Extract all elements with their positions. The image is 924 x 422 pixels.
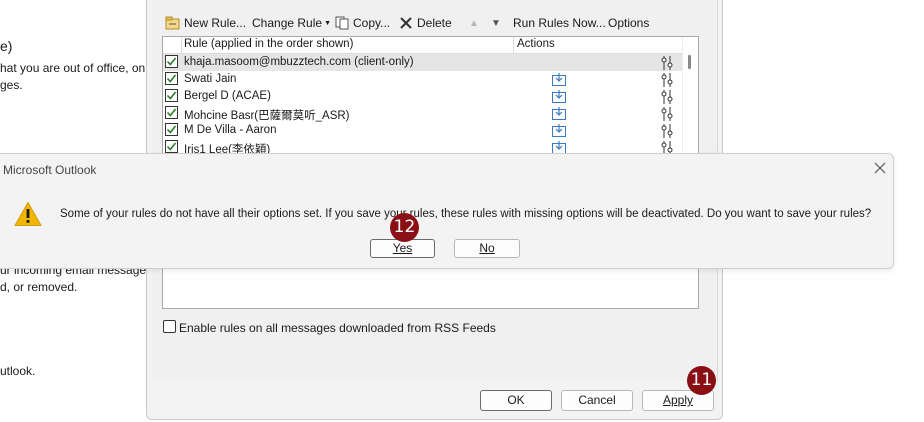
checkmark-icon xyxy=(166,57,177,66)
rule-checkbox[interactable] xyxy=(165,140,178,153)
rule-row[interactable]: Swati Jain xyxy=(163,71,682,88)
rule-options-icon[interactable] xyxy=(660,106,674,122)
delete-label: Delete xyxy=(417,16,452,30)
ok-button[interactable]: OK xyxy=(480,390,552,411)
move-up-button[interactable]: ▲ xyxy=(469,14,479,32)
rule-checkbox[interactable] xyxy=(165,55,178,68)
move-to-folder-icon xyxy=(552,90,566,103)
rule-options-icon[interactable] xyxy=(660,123,674,139)
column-divider xyxy=(181,37,182,53)
checkmark-icon xyxy=(166,142,177,151)
rule-row[interactable]: Mohcine Basr(巴薩爾莫听_ASR) xyxy=(163,105,682,122)
options-label: Options xyxy=(608,16,650,30)
move-to-folder-icon xyxy=(552,124,566,137)
rss-rules-label: Enable rules on all messages downloaded … xyxy=(179,321,496,335)
close-icon[interactable] xyxy=(873,161,887,175)
step-badge: 11 xyxy=(687,366,716,395)
rule-name: Swati Jain xyxy=(184,73,237,85)
cancel-button[interactable]: Cancel xyxy=(561,390,633,411)
rules-list[interactable]: Rule (applied in the order shown) Action… xyxy=(162,36,699,156)
copy-label: Copy... xyxy=(353,16,391,30)
checkmark-icon xyxy=(166,108,177,117)
delete-x-icon xyxy=(400,17,412,29)
scrollbar-thumb[interactable] xyxy=(688,55,691,69)
move-to-folder-icon xyxy=(552,107,566,120)
delete-button[interactable]: Delete xyxy=(399,14,452,32)
checkmark-icon xyxy=(166,74,177,83)
column-header-rule[interactable]: Rule (applied in the order shown) xyxy=(184,38,353,50)
run-rules-now-button[interactable]: Run Rules Now... xyxy=(513,14,606,32)
change-rule-label: Change Rule xyxy=(252,16,323,30)
rule-checkbox[interactable] xyxy=(165,72,178,85)
alert-title: Microsoft Outlook xyxy=(3,163,97,177)
no-button[interactable]: No xyxy=(454,239,520,258)
column-header-actions[interactable]: Actions xyxy=(517,38,555,50)
column-divider xyxy=(513,37,514,53)
rss-rules-checkbox[interactable] xyxy=(163,320,176,333)
warning-icon xyxy=(14,202,42,226)
rule-row[interactable]: khaja.masoom@mbuzztech.com (client-only) xyxy=(163,54,682,71)
rule-name: Mohcine Basr(巴薩爾莫听_ASR) xyxy=(184,110,350,122)
rule-description-box xyxy=(162,262,699,309)
bg-heading-fragment: e) xyxy=(0,38,13,54)
rule-checkbox[interactable] xyxy=(165,106,178,119)
arrow-down-icon: ▼ xyxy=(491,17,501,29)
rule-options-icon[interactable] xyxy=(660,55,674,71)
bg-text-line: d, or removed. xyxy=(0,280,78,294)
rule-options-icon[interactable] xyxy=(660,89,674,105)
rule-checkbox[interactable] xyxy=(165,89,178,102)
rule-row[interactable]: Bergel D (ACAE) xyxy=(163,88,682,105)
outlook-alert-dialog: Microsoft Outlook Some of your rules do … xyxy=(0,153,894,269)
dropdown-arrow-icon: ▼ xyxy=(324,19,331,27)
new-rule-icon xyxy=(165,16,180,30)
bg-text-line: hat you are out of office, on t xyxy=(0,61,152,75)
step-badge: 12 xyxy=(390,213,419,242)
copy-button[interactable]: Copy... xyxy=(335,14,390,32)
change-rule-button[interactable]: Change Rule ▼ xyxy=(252,14,331,32)
move-down-button[interactable]: ▼ xyxy=(491,14,501,32)
run-rules-now-label: Run Rules Now... xyxy=(513,16,606,30)
move-to-folder-icon xyxy=(552,73,566,86)
rule-options-icon[interactable] xyxy=(660,72,674,88)
rule-name: khaja.masoom@mbuzztech.com (client-only) xyxy=(184,56,414,68)
rule-row[interactable]: M De Villa - Aaron xyxy=(163,122,682,139)
arrow-up-icon: ▲ xyxy=(469,17,479,29)
bg-text-line: ges. xyxy=(0,78,23,92)
bg-text-line: utlook. xyxy=(0,364,36,378)
options-button[interactable]: Options xyxy=(608,14,649,32)
checkmark-icon xyxy=(166,91,177,100)
rule-name: Bergel D (ACAE) xyxy=(184,90,271,102)
rule-name: M De Villa - Aaron xyxy=(184,124,277,136)
checkmark-icon xyxy=(166,125,177,134)
alert-message: Some of your rules do not have all their… xyxy=(60,208,872,220)
rules-list-scrollbar[interactable] xyxy=(682,37,698,155)
rule-checkbox[interactable] xyxy=(165,123,178,136)
new-rule-button[interactable]: New Rule... xyxy=(165,14,246,32)
copy-icon xyxy=(335,16,349,30)
rules-list-header: Rule (applied in the order shown) Action… xyxy=(163,37,682,54)
new-rule-label: New Rule... xyxy=(184,16,247,30)
